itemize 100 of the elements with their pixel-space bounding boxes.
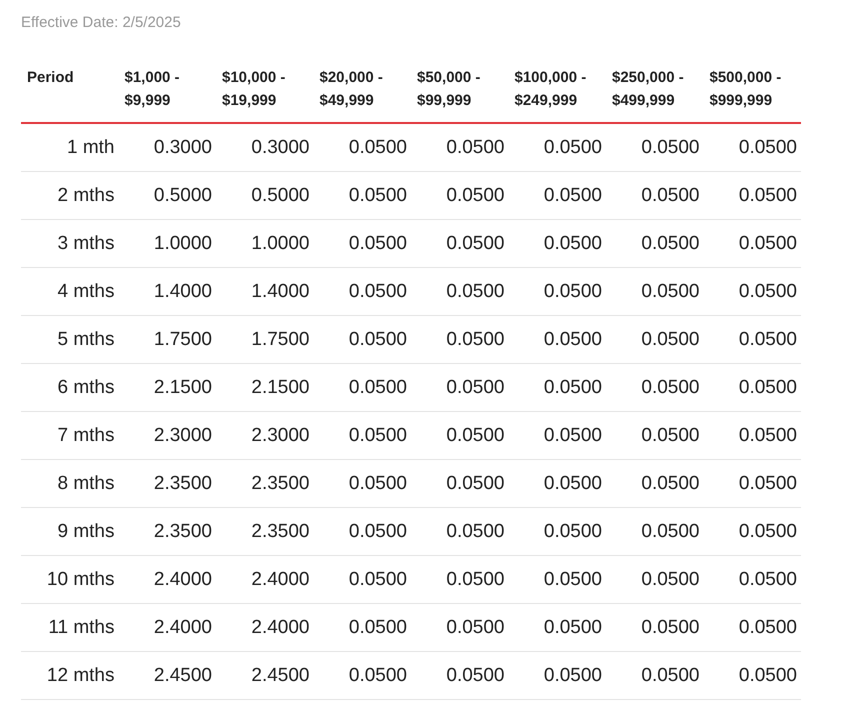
table-cell: 0.0500 <box>704 604 801 652</box>
table-cell: 0.0500 <box>314 268 411 316</box>
table-cell: 0.0500 <box>411 460 508 508</box>
table-cell: 0.0500 <box>606 172 704 220</box>
table-cell: 0.0500 <box>704 123 801 172</box>
table-cell: 0.0500 <box>314 123 411 172</box>
table-cell: 1.7500 <box>118 316 216 364</box>
table-cell: 11 mths <box>21 604 118 652</box>
table-cell: 0.0500 <box>411 508 508 556</box>
table-cell: 0.0500 <box>704 172 801 220</box>
table-cell: 0.0500 <box>314 316 411 364</box>
table-cell: 2.4500 <box>118 652 216 700</box>
table-cell: 2 mths <box>21 172 118 220</box>
table-cell: 12 mths <box>21 652 118 700</box>
table-cell: 0.0500 <box>704 316 801 364</box>
table-cell: 1.0000 <box>118 220 216 268</box>
table-cell: 1.0000 <box>216 220 314 268</box>
table-cell: 1.4000 <box>118 268 216 316</box>
table-cell: 0.0500 <box>411 412 508 460</box>
table-cell: 2.4000 <box>118 556 216 604</box>
table-cell: 0.0500 <box>314 364 411 412</box>
table-cell: 0.0500 <box>606 268 704 316</box>
table-cell: 0.0500 <box>411 268 508 316</box>
table-cell: 0.0500 <box>411 364 508 412</box>
table-cell: 8 mths <box>21 460 118 508</box>
table-cell: 2.3500 <box>118 508 216 556</box>
table-cell: 2.3000 <box>118 412 216 460</box>
table-cell: 0.0500 <box>606 556 704 604</box>
table-cell: 0.0500 <box>314 652 411 700</box>
table-cell: 0.0500 <box>606 652 704 700</box>
column-header: $250,000 - $499,999 <box>606 60 704 123</box>
table-cell: 6 mths <box>21 364 118 412</box>
table-cell: 0.0500 <box>704 412 801 460</box>
table-cell: 0.0500 <box>606 460 704 508</box>
table-cell: 0.0500 <box>411 556 508 604</box>
table-cell: 0.0500 <box>314 172 411 220</box>
column-header: Period <box>21 60 118 123</box>
column-header: $50,000 - $99,999 <box>411 60 508 123</box>
table-cell: 2.3500 <box>216 508 314 556</box>
column-header: $100,000 - $249,999 <box>508 60 606 123</box>
table-cell: 0.0500 <box>508 604 606 652</box>
table-cell: 0.0500 <box>411 316 508 364</box>
table-cell: 0.0500 <box>314 412 411 460</box>
table-cell: 0.0500 <box>508 508 606 556</box>
table-cell: 0.0500 <box>411 123 508 172</box>
table-cell: 0.0500 <box>704 364 801 412</box>
table-cell: 0.0500 <box>704 652 801 700</box>
table-cell: 1.4000 <box>216 268 314 316</box>
table-cell: 0.0500 <box>411 172 508 220</box>
table-cell: 0.0500 <box>704 508 801 556</box>
table-cell: 0.0500 <box>606 508 704 556</box>
table-cell: 2.3000 <box>216 412 314 460</box>
table-cell: 0.0500 <box>411 220 508 268</box>
table-cell: 2.4000 <box>216 556 314 604</box>
table-cell: 2.4500 <box>216 652 314 700</box>
table-cell: 0.0500 <box>606 364 704 412</box>
column-header: $1,000 - $9,999 <box>118 60 216 123</box>
table-cell: 0.0500 <box>314 460 411 508</box>
table-cell: 1.7500 <box>216 316 314 364</box>
table-cell: 0.0500 <box>606 220 704 268</box>
table-cell: 0.0500 <box>314 556 411 604</box>
table-cell: 0.0500 <box>508 652 606 700</box>
table-cell: 0.0500 <box>508 364 606 412</box>
effective-date: Effective Date: 2/5/2025 <box>21 14 182 33</box>
table-cell: 0.0500 <box>508 412 606 460</box>
table-cell: 0.0500 <box>314 220 411 268</box>
column-header: $20,000 - $49,999 <box>314 60 411 123</box>
table-cell: 0.0500 <box>508 556 606 604</box>
table-cell: 0.5000 <box>216 172 314 220</box>
table-cell: 0.0500 <box>314 508 411 556</box>
table-cell: 0.0500 <box>508 220 606 268</box>
table-cell: 0.0500 <box>314 604 411 652</box>
column-header: $10,000 - $19,999 <box>216 60 314 123</box>
table-cell: 0.0500 <box>411 652 508 700</box>
table-cell: 0.0500 <box>606 123 704 172</box>
table-cell: 0.5000 <box>118 172 216 220</box>
table-cell: 9 mths <box>21 508 118 556</box>
table-cell: 0.0500 <box>508 172 606 220</box>
table-cell: 0.0500 <box>411 604 508 652</box>
table-cell: 0.0500 <box>606 604 704 652</box>
table-cell: 0.0500 <box>508 460 606 508</box>
table-cell: 10 mths <box>21 556 118 604</box>
table-cell: 0.0500 <box>606 316 704 364</box>
table-cell: 0.0500 <box>704 556 801 604</box>
table-cell: 2.1500 <box>216 364 314 412</box>
table-cell: 2.4000 <box>216 604 314 652</box>
table-cell: 0.0500 <box>704 268 801 316</box>
table-cell: 0.0500 <box>508 316 606 364</box>
table-cell: 5 mths <box>21 316 118 364</box>
table-cell: 3 mths <box>21 220 118 268</box>
table-cell: 2.4000 <box>118 604 216 652</box>
table-cell: 2.1500 <box>118 364 216 412</box>
table-cell: 4 mths <box>21 268 118 316</box>
table-cell: 0.0500 <box>704 220 801 268</box>
table-cell: 2.3500 <box>216 460 314 508</box>
table-cell: 7 mths <box>21 412 118 460</box>
table-cell: 0.0500 <box>508 123 606 172</box>
table-cell: 1 mth <box>21 123 118 172</box>
table-cell: 0.3000 <box>118 123 216 172</box>
column-header: $500,000 - $999,999 <box>704 60 801 123</box>
